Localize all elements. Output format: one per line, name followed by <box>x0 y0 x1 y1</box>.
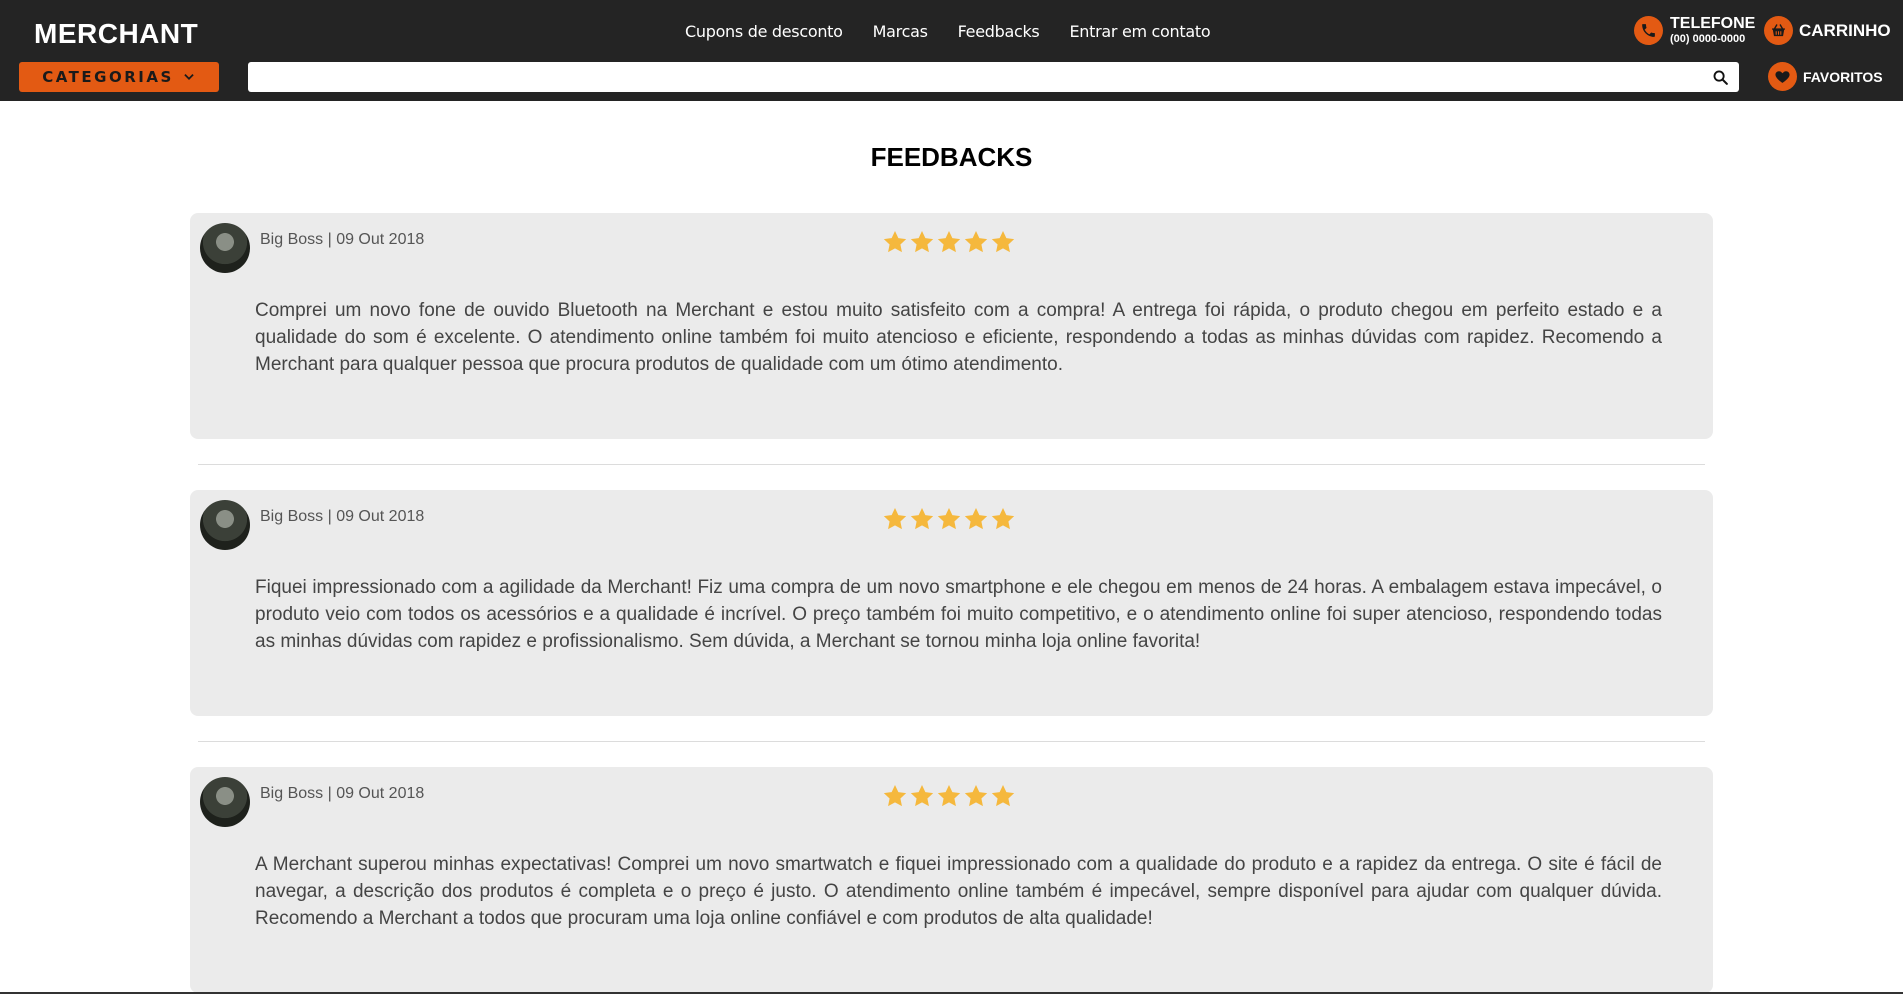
nav-link-brands[interactable]: Marcas <box>873 22 928 41</box>
star-icon <box>910 230 934 253</box>
star-icon <box>937 507 961 530</box>
categories-label: CATEGORIAS <box>42 68 174 86</box>
avatar <box>200 223 250 273</box>
star-icon <box>964 507 988 530</box>
phone-contact[interactable]: TELEFONE (00) 0000-0000 <box>1634 16 1755 45</box>
cart-link[interactable]: CARRINHO <box>1764 16 1891 45</box>
star-icon <box>991 507 1015 530</box>
star-icon <box>910 507 934 530</box>
star-icon <box>964 784 988 807</box>
review-meta: Big Boss | 09 Out 2018 <box>260 508 425 525</box>
phone-number: (00) 0000-0000 <box>1670 33 1746 45</box>
review-date: 09 Out 2018 <box>336 785 425 802</box>
star-rating <box>882 506 1016 532</box>
categories-button[interactable]: CATEGORIAS <box>19 62 219 92</box>
basket-icon <box>1764 16 1793 45</box>
review-card: Big Boss | 09 Out 2018 Fiquei impression… <box>190 490 1713 716</box>
star-rating <box>882 229 1016 255</box>
phone-label: TELEFONE <box>1670 15 1756 32</box>
review-card: Big Boss | 09 Out 2018 A Merchant supero… <box>190 767 1713 993</box>
star-icon <box>964 230 988 253</box>
review-text: A Merchant superou minhas expectativas! … <box>255 854 1662 929</box>
star-icon <box>991 784 1015 807</box>
review-author: Big Boss <box>260 231 324 248</box>
nav-link-feedbacks[interactable]: Feedbacks <box>958 22 1040 41</box>
review-date: 09 Out 2018 <box>336 508 425 525</box>
star-icon <box>937 784 961 807</box>
chevron-down-icon <box>184 74 194 80</box>
star-icon <box>991 230 1015 253</box>
divider <box>198 741 1705 742</box>
favorites-link[interactable]: FAVORITOS <box>1768 62 1883 91</box>
search-icon[interactable] <box>1712 69 1729 86</box>
phone-text: TELEFONE (00) 0000-0000 <box>1670 16 1755 45</box>
star-icon <box>883 784 907 807</box>
star-icon <box>883 230 907 253</box>
avatar <box>200 777 250 827</box>
star-icon <box>910 784 934 807</box>
phone-icon <box>1634 16 1663 45</box>
favorites-label: FAVORITOS <box>1803 68 1883 85</box>
star-rating <box>882 783 1016 809</box>
review-meta: Big Boss | 09 Out 2018 <box>260 231 425 248</box>
review-text: Comprei um novo fone de ouvido Bluetooth… <box>255 300 1662 375</box>
divider <box>198 464 1705 465</box>
review-card: Big Boss | 09 Out 2018 Comprei um novo f… <box>190 213 1713 439</box>
review-text: Fiquei impressionado com a agilidade da … <box>255 577 1662 652</box>
star-icon <box>883 507 907 530</box>
review-author: Big Boss <box>260 508 324 525</box>
page-title: FEEDBACKS <box>870 142 1033 172</box>
logo[interactable]: MERCHANT <box>34 18 198 50</box>
top-header: MERCHANT Cupons de desconto Marcas Feedb… <box>0 0 1903 101</box>
cart-label: CARRINHO <box>1799 20 1891 40</box>
star-icon <box>937 230 961 253</box>
heart-icon <box>1768 62 1797 91</box>
review-meta: Big Boss | 09 Out 2018 <box>260 785 425 802</box>
review-date: 09 Out 2018 <box>336 231 425 248</box>
search-input[interactable] <box>248 62 1739 92</box>
main-nav: Cupons de desconto Marcas Feedbacks Entr… <box>685 22 1211 41</box>
search-bar <box>248 62 1739 92</box>
nav-link-coupons[interactable]: Cupons de desconto <box>685 22 843 41</box>
nav-link-contact[interactable]: Entrar em contato <box>1069 22 1210 41</box>
avatar <box>200 500 250 550</box>
review-author: Big Boss <box>260 785 324 802</box>
